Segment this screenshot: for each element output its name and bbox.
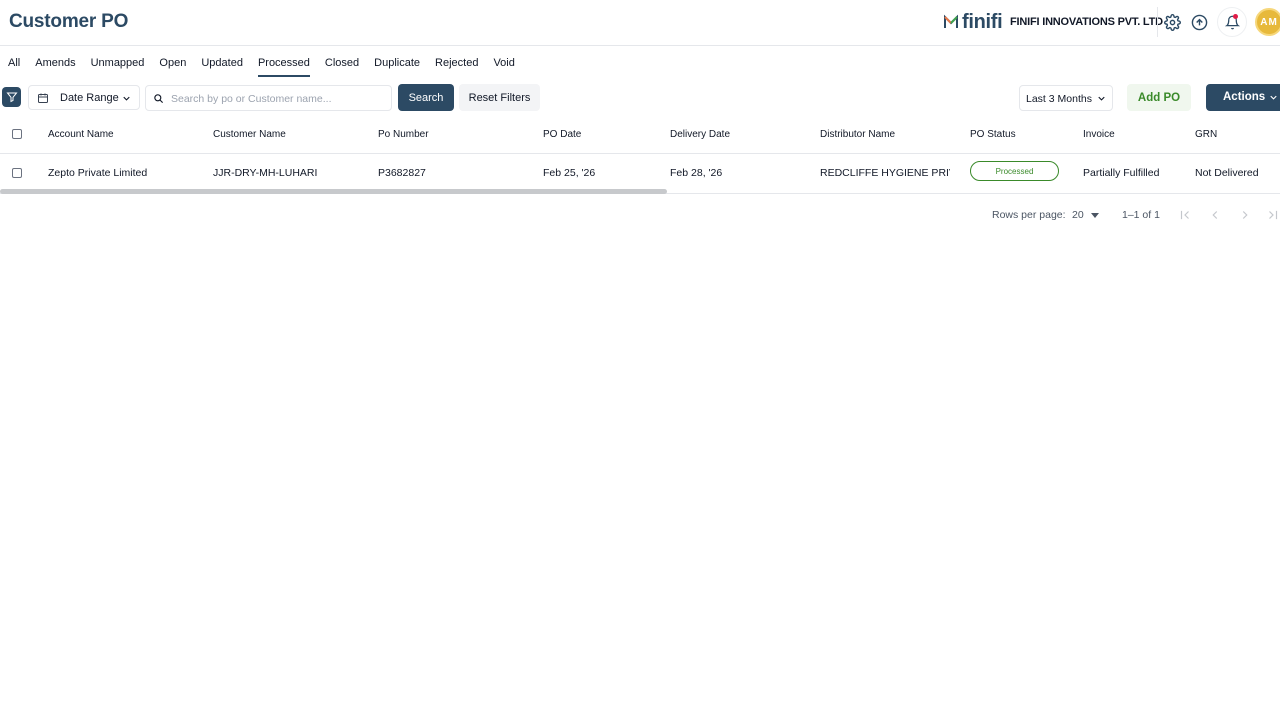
next-page-icon[interactable] <box>1238 208 1252 222</box>
add-po-button[interactable]: Add PO <box>1127 84 1191 111</box>
date-range-label: Date Range <box>60 92 119 104</box>
row-checkbox[interactable] <box>12 168 22 178</box>
header-divider <box>1157 7 1158 37</box>
cell-distributor-name: REDCLIFFE HYGIENE PRIV... <box>820 167 950 179</box>
cell-invoice: Partially Fulfilled <box>1083 167 1160 179</box>
tab-void[interactable]: Void <box>493 56 514 77</box>
cell-po-number[interactable]: P3682827 <box>378 167 426 179</box>
tab-processed[interactable]: Processed <box>257 56 310 77</box>
column-header-delivery-date[interactable]: Delivery Date <box>670 129 730 140</box>
actions-button-label: Actions <box>1223 91 1266 103</box>
date-range-picker[interactable]: Date Range <box>28 85 140 110</box>
tab-updated[interactable]: Updated <box>201 56 243 77</box>
search-field <box>145 85 392 111</box>
cell-delivery-date: Feb 28, '26 <box>670 167 723 179</box>
finifi-logo: finifi <box>943 10 1003 34</box>
tab-duplicate[interactable]: Duplicate <box>374 56 420 77</box>
search-button[interactable]: Search <box>398 84 454 111</box>
tab-all[interactable]: All <box>8 56 20 77</box>
chevron-down-icon <box>123 96 130 101</box>
settings-button[interactable] <box>1162 12 1182 32</box>
previous-page-icon[interactable] <box>1208 208 1222 222</box>
company-name: FINIFI INNOVATIONS PVT. LTD <box>1010 16 1163 28</box>
column-header-po-status[interactable]: PO Status <box>970 129 1016 140</box>
rows-per-page-caret-icon[interactable] <box>1091 213 1099 218</box>
actions-button[interactable]: Actions <box>1206 84 1280 111</box>
notifications-button[interactable] <box>1217 7 1247 37</box>
column-header-grn[interactable]: GRN <box>1195 129 1217 140</box>
pagination-range: 1–1 of 1 <box>1122 209 1160 221</box>
status-badge: Processed <box>970 161 1059 181</box>
notification-dot <box>1233 14 1238 19</box>
table-header: Account Name Customer Name Po Number PO … <box>0 118 1280 154</box>
upload-circle-icon <box>1191 14 1207 30</box>
tab-open[interactable]: Open <box>159 56 186 77</box>
gear-icon <box>1163 13 1181 31</box>
chevron-down-icon <box>1098 96 1105 101</box>
rows-per-page-select[interactable]: 20 <box>1072 209 1084 221</box>
table-row[interactable]: Zepto Private Limited JJR-DRY-MH-LUHARI … <box>0 154 1280 194</box>
po-table: Account Name Customer Name Po Number PO … <box>0 118 1280 194</box>
calendar-icon <box>38 93 48 103</box>
select-all-checkbox[interactable] <box>12 129 22 139</box>
column-header-customer-name[interactable]: Customer Name <box>213 129 286 140</box>
upload-button[interactable] <box>1189 12 1209 32</box>
search-input[interactable] <box>171 90 386 107</box>
cell-po-date: Feb 25, '26 <box>543 167 596 179</box>
avatar[interactable]: AM <box>1255 8 1280 36</box>
cell-account-name: Zepto Private Limited <box>48 167 148 179</box>
first-page-icon[interactable] <box>1178 208 1192 222</box>
logo-text: finifi <box>962 10 1003 33</box>
status-tabs: All Amends Unmapped Open Updated Process… <box>0 56 515 78</box>
page-title: Customer PO <box>9 11 129 32</box>
cell-customer-name: JJR-DRY-MH-LUHARI <box>213 167 318 179</box>
reset-filters-button[interactable]: Reset Filters <box>459 84 540 111</box>
tab-unmapped[interactable]: Unmapped <box>91 56 145 77</box>
logo-mark-icon <box>944 14 958 28</box>
tab-rejected[interactable]: Rejected <box>435 56 478 77</box>
column-header-account-name[interactable]: Account Name <box>48 129 114 140</box>
app-header: Customer PO finifi FINIFI INNOVATIONS PV… <box>0 0 1280 46</box>
filter-icon <box>5 92 18 103</box>
last-page-icon[interactable] <box>1266 208 1280 222</box>
tab-amends[interactable]: Amends <box>35 56 75 77</box>
search-icon <box>154 94 164 104</box>
rows-per-page-label: Rows per page: <box>992 209 1066 221</box>
period-select-value: Last 3 Months <box>1026 93 1092 105</box>
filter-button[interactable] <box>2 87 21 107</box>
chevron-down-icon <box>1270 95 1277 100</box>
period-select[interactable]: Last 3 Months <box>1019 85 1113 111</box>
cell-grn: Not Delivered <box>1195 167 1259 179</box>
column-header-distributor-name[interactable]: Distributor Name <box>820 129 895 140</box>
column-header-invoice[interactable]: Invoice <box>1083 129 1115 140</box>
column-header-po-date[interactable]: PO Date <box>543 129 581 140</box>
column-header-po-number[interactable]: Po Number <box>378 129 429 140</box>
horizontal-scrollbar[interactable] <box>0 189 667 194</box>
tab-closed[interactable]: Closed <box>325 56 359 77</box>
